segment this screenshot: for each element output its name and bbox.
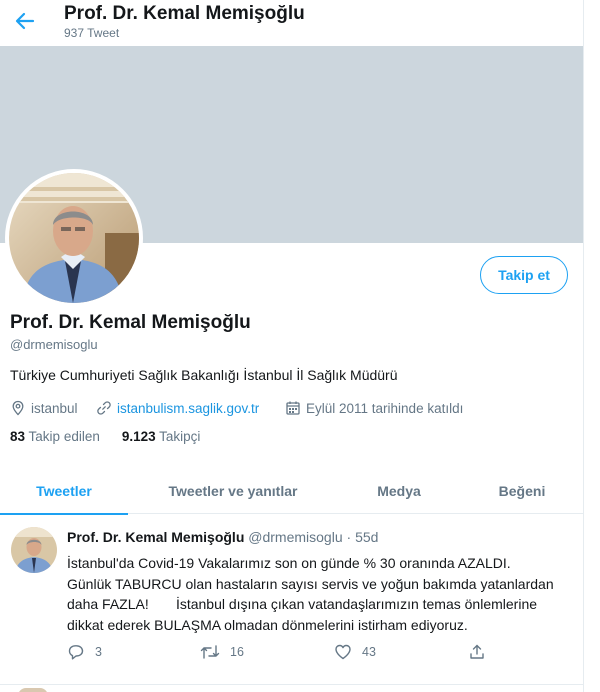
- following-count: 83: [10, 429, 26, 444]
- profile-tabs: Tweetler Tweetler ve yanıtlar Medya Beğe…: [0, 468, 584, 515]
- profile-location: istanbul: [10, 398, 78, 418]
- like-button[interactable]: 43: [334, 643, 376, 661]
- profile-page: Prof. Dr. Kemal Memişoğlu 937 Tweet Taki…: [0, 0, 584, 692]
- retweet-button[interactable]: 16: [200, 643, 244, 661]
- tweet[interactable]: Prof. Dr. Kemal Memişoğlu @drmemisoglu ·…: [0, 515, 584, 685]
- following-stat[interactable]: 83 Takip edilen: [10, 429, 100, 444]
- tweet-text-line: dikkat ederek BULAŞMA olmadan dönmelerin…: [67, 616, 468, 633]
- like-icon: [335, 644, 351, 660]
- tweet-avatar[interactable]: [11, 527, 57, 573]
- tweet-header: Prof. Dr. Kemal Memişoğlu @drmemisoglu ·…: [67, 529, 378, 545]
- website-link[interactable]: istanbulism.saglik.gov.tr: [117, 401, 259, 416]
- location-icon: [12, 400, 24, 416]
- tab-begeni[interactable]: Beğeni: [460, 468, 584, 514]
- tab-medya[interactable]: Medya: [338, 468, 460, 514]
- tweet-text-line: Günlük TABURCU olan hastaların sayısı se…: [67, 575, 554, 592]
- profile-website[interactable]: istanbulism.saglik.gov.tr: [96, 398, 259, 418]
- share-button[interactable]: [468, 643, 496, 661]
- profile-handle: @drmemisoglu: [10, 337, 98, 352]
- profile-name: Prof. Dr. Kemal Memişoğlu: [10, 312, 251, 333]
- column-divider: [583, 0, 584, 692]
- retweet-count: 16: [230, 645, 244, 659]
- reply-button[interactable]: 3: [67, 643, 102, 661]
- location-text: istanbul: [31, 400, 78, 416]
- share-icon: [470, 644, 484, 659]
- tweet-text: İstanbul'da Covid-19 Vakalarımız son on …: [67, 553, 572, 635]
- tweet-text-line: İstanbul'da Covid-19 Vakalarımız son on …: [67, 555, 511, 571]
- profile-joined: Eylül 2011 tarihinde katıldı: [285, 398, 463, 418]
- tab-tweetler-ve-yanitlar[interactable]: Tweetler ve yanıtlar: [128, 468, 338, 514]
- tweet-author-name[interactable]: Prof. Dr. Kemal Memişoğlu: [67, 529, 244, 545]
- joined-text: Eylül 2011 tarihinde katıldı: [306, 400, 464, 416]
- followers-count: 9.123: [121, 429, 156, 444]
- tweet-time[interactable]: 55d: [355, 529, 378, 545]
- tweet-separator: ·: [346, 529, 352, 545]
- profile-bio: Türkiye Cumhuriyeti Sağlık Bakanlığı İst…: [10, 367, 398, 383]
- tweet-text-line: daha FAZLA! İstanbul dışına çıkan vatand…: [67, 596, 538, 612]
- tab-tweetler[interactable]: Tweetler: [0, 468, 128, 515]
- tweet-actions: 3 16 43: [67, 643, 507, 663]
- follow-button[interactable]: Takip et: [480, 256, 568, 294]
- next-tweet-avatar[interactable]: [18, 688, 48, 692]
- avatar-photo: [9, 173, 139, 303]
- followers-label: Takipçi: [159, 429, 201, 444]
- back-arrow-icon: [15, 12, 35, 30]
- header-tweet-count: 937 Tweet: [64, 26, 120, 40]
- profile-stats: 83 Takip edilen 9.123 Takipçi: [10, 429, 222, 444]
- top-header: Prof. Dr. Kemal Memişoğlu 937 Tweet: [0, 0, 584, 46]
- calendar-icon: [286, 401, 300, 415]
- link-icon: [97, 401, 111, 415]
- profile-avatar[interactable]: [5, 169, 143, 307]
- header-title: Prof. Dr. Kemal Memişoğlu: [64, 3, 305, 24]
- reply-icon: [68, 645, 84, 660]
- tweet-author-handle[interactable]: @drmemisoglu: [248, 529, 342, 545]
- reply-count: 3: [95, 645, 102, 659]
- tweet-avatar-photo: [11, 527, 57, 573]
- back-button[interactable]: [10, 6, 40, 36]
- retweet-icon: [200, 645, 220, 659]
- followers-stat[interactable]: 9.123 Takipçi: [122, 429, 201, 444]
- following-label: Takip edilen: [28, 429, 100, 444]
- like-count: 43: [362, 645, 376, 659]
